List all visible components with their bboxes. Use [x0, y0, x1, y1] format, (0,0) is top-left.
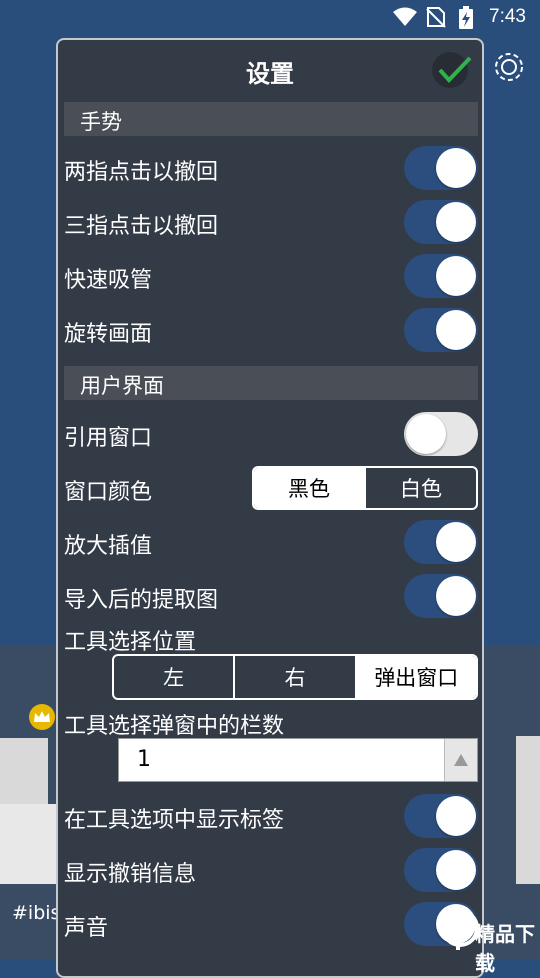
- gallery-thumbnail: [0, 738, 48, 804]
- dialog-title: 设置: [246, 60, 294, 88]
- setting-label: 导入后的提取图: [64, 588, 219, 613]
- section-header-gesture: 手势: [64, 102, 478, 136]
- option-right[interactable]: 右: [235, 656, 357, 698]
- wifi-icon: [392, 6, 418, 32]
- setting-label: 工具选择位置: [64, 630, 197, 655]
- toggle-zoom-interpolation[interactable]: [404, 520, 478, 564]
- setting-label: 窗口颜色: [64, 480, 153, 505]
- option-left[interactable]: 左: [114, 656, 236, 698]
- toggle-extract-after-import[interactable]: [404, 574, 478, 618]
- checkmark-icon: [438, 56, 472, 83]
- settings-gear-icon[interactable]: [490, 48, 528, 86]
- setting-label: 两指点击以撤回: [64, 160, 219, 185]
- confirm-button[interactable]: [432, 52, 472, 88]
- setting-label: 放大插值: [64, 534, 153, 559]
- setting-label: 声音: [64, 916, 109, 941]
- gallery-thumbnail: [0, 804, 56, 884]
- option-popup[interactable]: 弹出窗口: [356, 656, 476, 698]
- settings-dialog: 设置 手势 两指点击以撤回 三指点击以撤回 快速吸管 旋转画面 用户界面 引用窗…: [56, 38, 484, 978]
- toggle-reference-window[interactable]: [404, 412, 478, 456]
- toggle-two-finger-undo[interactable]: [404, 146, 478, 190]
- columns-dropdown[interactable]: 1: [118, 738, 478, 782]
- toggle-three-finger-undo[interactable]: [404, 200, 478, 244]
- toggle-quick-eyedropper[interactable]: [404, 254, 478, 298]
- columns-value: 1: [137, 747, 151, 772]
- setting-label: 快速吸管: [64, 268, 153, 293]
- setting-label: 在工具选项中显示标签: [64, 808, 285, 833]
- battery-charging-icon: [458, 6, 474, 34]
- crown-icon: [28, 704, 56, 734]
- clock: 7:43: [489, 6, 526, 27]
- tool-position-selector: 左 右 弹出窗口: [112, 654, 478, 700]
- no-sim-icon: [426, 6, 446, 32]
- toggle-show-tool-labels[interactable]: [404, 794, 478, 838]
- setting-label: 旋转画面: [64, 322, 153, 347]
- toggle-rotate-canvas[interactable]: [404, 308, 478, 352]
- setting-label: 显示撤销信息: [64, 862, 197, 887]
- section-header-ui: 用户界面: [64, 366, 478, 400]
- setting-label: 引用窗口: [64, 426, 153, 451]
- status-bar: 7:43: [0, 0, 540, 34]
- setting-label: 三指点击以撤回: [64, 214, 219, 239]
- option-black[interactable]: 黑色: [254, 468, 366, 508]
- option-white[interactable]: 白色: [366, 468, 476, 508]
- toggle-show-undo-info[interactable]: [404, 848, 478, 892]
- dropdown-arrow-icon[interactable]: [444, 739, 477, 781]
- window-color-selector: 黑色 白色: [252, 466, 478, 510]
- setting-label: 工具选择弹窗中的栏数: [64, 714, 285, 739]
- gallery-thumbnail: [516, 736, 540, 884]
- watermark-text: 精品下载: [475, 922, 535, 975]
